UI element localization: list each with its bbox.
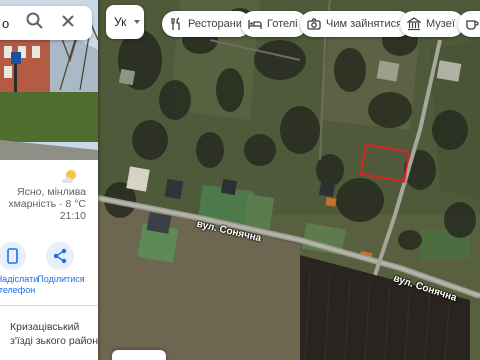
language-label: Ук bbox=[114, 15, 127, 29]
cup-icon bbox=[466, 20, 479, 30]
address-line1: Кризацівський bbox=[10, 321, 80, 333]
send-to-phone-button[interactable] bbox=[0, 242, 26, 270]
phone-send-icon bbox=[7, 248, 18, 264]
chip-label: Готелі bbox=[267, 18, 298, 30]
chip-more[interactable] bbox=[458, 11, 480, 37]
chip-label: Музеї bbox=[426, 18, 455, 30]
share-button[interactable] bbox=[46, 242, 74, 270]
close-icon[interactable] bbox=[58, 11, 78, 31]
bed-icon bbox=[248, 20, 262, 29]
chip-label: Чим зайнятися bbox=[326, 18, 403, 30]
divider bbox=[0, 305, 98, 306]
search-icon[interactable] bbox=[24, 10, 46, 32]
share-icon bbox=[53, 248, 67, 264]
place-panel: о Ясно, мінлива хмарність · 8 °C 21:10 Н… bbox=[0, 0, 98, 360]
language-selector[interactable]: Ук bbox=[106, 5, 144, 39]
sun-cloud-icon bbox=[61, 170, 76, 183]
weather-line2: хмарність · 8 °C bbox=[8, 198, 86, 210]
camera-icon bbox=[307, 18, 321, 30]
action-label-line: Поділитися bbox=[37, 274, 85, 284]
fork-knife-icon bbox=[171, 17, 180, 30]
address-line2: з'їзді зького району bbox=[10, 335, 98, 347]
caret-down-icon bbox=[134, 20, 140, 24]
chip-label: Ресторани bbox=[188, 18, 242, 30]
museum-icon bbox=[407, 17, 421, 31]
chip-things-to-do[interactable]: Чим зайнятися bbox=[300, 11, 412, 37]
chip-museums[interactable]: Музеї bbox=[400, 11, 464, 37]
chip-hotels[interactable]: Готелі bbox=[241, 11, 307, 37]
chip-restaurants[interactable]: Ресторани bbox=[162, 11, 251, 37]
weather-time: 21:10 bbox=[59, 210, 86, 222]
action-label-line: телефон bbox=[0, 285, 36, 295]
search-input[interactable]: о bbox=[2, 16, 9, 31]
map-layer-button[interactable] bbox=[112, 350, 166, 360]
address: Кризацівський з'їзді зького району bbox=[0, 320, 98, 348]
weather-line1: Ясно, мінлива bbox=[17, 186, 86, 198]
search-box[interactable]: о bbox=[0, 6, 92, 40]
weather-info: Ясно, мінлива хмарність · 8 °C 21:10 bbox=[6, 186, 86, 222]
search-bar: о bbox=[0, 4, 98, 42]
share-label: Поділитися bbox=[36, 274, 86, 285]
